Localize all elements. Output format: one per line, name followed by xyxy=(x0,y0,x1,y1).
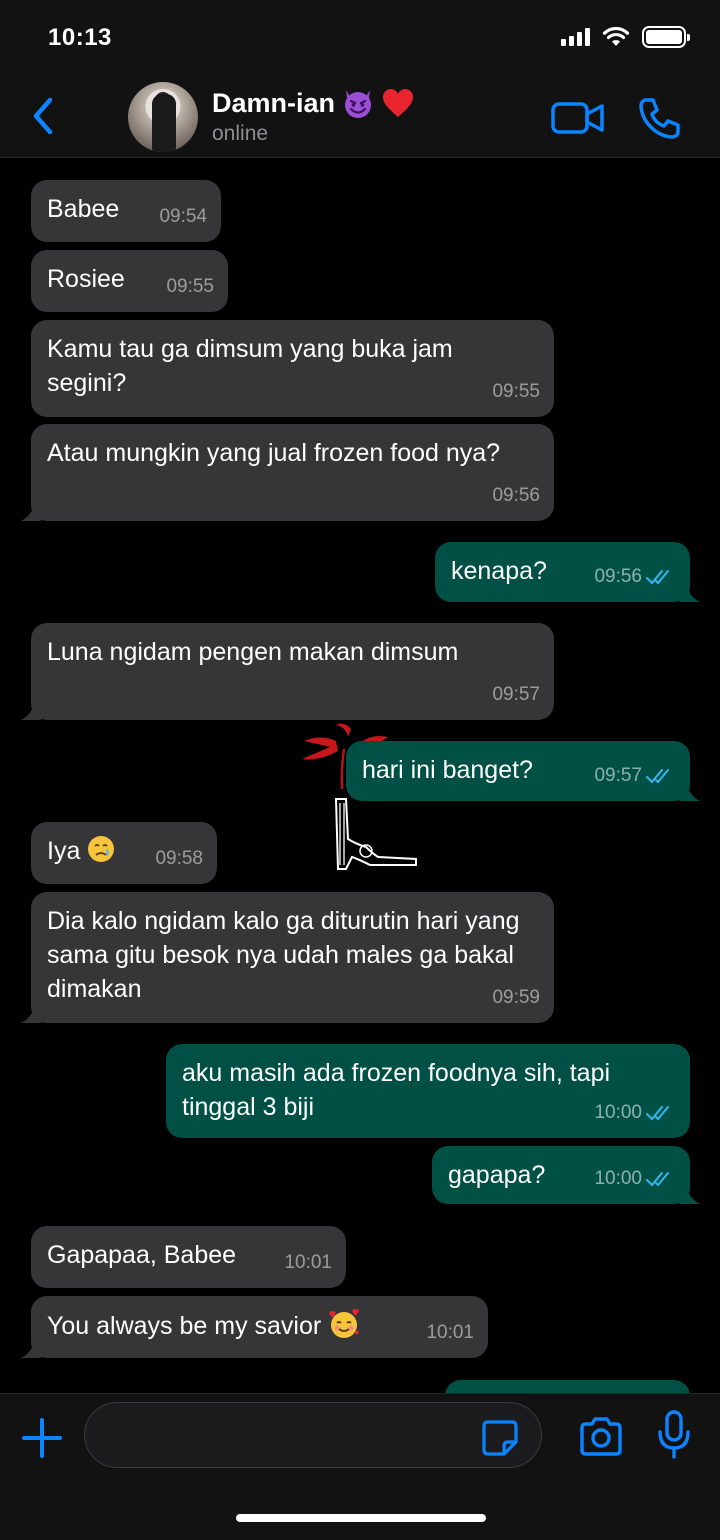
camera-icon[interactable] xyxy=(578,1414,624,1458)
timestamp-text: 10:00 xyxy=(594,1102,642,1123)
message-text: Rosiee xyxy=(47,265,125,293)
timestamp-text: 10:00 xyxy=(594,1168,642,1189)
timestamp-text: 09:56 xyxy=(594,566,642,587)
message-text: Dia kalo ngidam kalo ga diturutin hari y… xyxy=(47,907,520,1003)
read-receipt-icon xyxy=(646,570,669,584)
battery-icon xyxy=(642,26,690,48)
message-timestamp: 09:55 xyxy=(492,375,540,409)
message-text: Atau mungkin yang jual frozen food nya? xyxy=(47,439,501,467)
incoming-message-bubble[interactable]: Atau mungkin yang jual frozen food nya? 0… xyxy=(21,424,554,521)
incoming-message-bubble[interactable]: Kamu tau ga dimsum yang buka jam segini?… xyxy=(31,320,554,417)
bubble-tail xyxy=(21,1003,41,1023)
home-indicator[interactable] xyxy=(236,1514,486,1522)
outgoing-message-bubble[interactable]: aku masih ada frozen foodnya sih, tapi t… xyxy=(166,1044,690,1138)
message-text: Babee xyxy=(47,195,120,223)
message-timestamp: 09:56 xyxy=(492,479,540,513)
read-receipt-icon xyxy=(646,769,669,783)
outgoing-message-bubble-partial[interactable] xyxy=(445,1380,690,1393)
timestamp-text: 09:58 xyxy=(155,848,203,869)
chat-area[interactable]: Babee 09:54 Rosiee 09:55 Kamu tau ga dimsum … xyxy=(0,159,720,1393)
timestamp-text: 09:56 xyxy=(492,485,540,506)
message-timestamp: 10:00 xyxy=(594,1162,676,1196)
outgoing-message-bubble[interactable]: hari ini banget? 09:57 xyxy=(346,741,700,801)
message-timestamp: 10:01 xyxy=(426,1316,474,1350)
plus-icon[interactable] xyxy=(20,1416,64,1460)
incoming-message-bubble[interactable]: Gapapaa, Babee 10:01 xyxy=(31,1226,346,1288)
smiling-face-with-hearts-icon xyxy=(329,1309,360,1338)
timestamp-text: 10:01 xyxy=(284,1252,332,1273)
message-timestamp: 09:58 xyxy=(155,842,203,876)
contact-status: online xyxy=(212,122,269,145)
message-text: hari ini banget? xyxy=(362,756,533,784)
incoming-message-bubble[interactable]: Babee 09:54 xyxy=(31,180,221,242)
avatar[interactable] xyxy=(128,82,198,152)
timestamp-text: 09:57 xyxy=(492,684,540,705)
status-time: 10:13 xyxy=(48,24,112,51)
timestamp-text: 09:55 xyxy=(166,276,214,297)
incoming-message-bubble[interactable]: Luna ngidam pengen makan dimsum 09:57 xyxy=(21,623,554,720)
message-timestamp: 09:59 xyxy=(492,981,540,1015)
message-timestamp: 09:56 xyxy=(594,560,676,594)
message-text: Kamu tau ga dimsum yang buka jam segini? xyxy=(47,335,453,397)
contact-name-text: Damn-ian xyxy=(212,87,336,118)
bubble-tail xyxy=(21,1338,41,1358)
message-timestamp: 09:57 xyxy=(492,678,540,712)
message-timestamp: 10:01 xyxy=(284,1246,332,1280)
bubble-tail xyxy=(680,582,700,602)
timestamp-text: 09:59 xyxy=(492,987,540,1008)
message-text: Luna ngidam pengen makan dimsum xyxy=(47,638,459,666)
back-chevron-icon[interactable] xyxy=(24,94,64,138)
timestamp-text: 09:57 xyxy=(594,765,642,786)
message-text: gapapa? xyxy=(448,1161,546,1189)
read-receipt-icon xyxy=(646,1106,669,1120)
timestamp-text: 09:55 xyxy=(492,381,540,402)
outgoing-message-bubble[interactable]: kenapa? 09:56 xyxy=(435,542,700,602)
wifi-icon xyxy=(602,27,630,46)
message-timestamp: 09:57 xyxy=(594,759,676,793)
incoming-message-bubble[interactable]: Rosiee 09:55 xyxy=(31,250,228,312)
status-bar: 10:13 xyxy=(0,0,720,76)
message-text: kenapa? xyxy=(451,557,547,585)
message-text: You always be my savior xyxy=(47,1312,322,1340)
message-timestamp: 09:54 xyxy=(159,200,207,234)
contact-name[interactable]: Damn-ian xyxy=(212,86,415,120)
incoming-message-bubble[interactable]: Iya 09:58 xyxy=(31,822,217,884)
smiling-devil-icon xyxy=(345,90,372,118)
bubble-tail xyxy=(21,501,41,521)
video-call-icon[interactable] xyxy=(550,98,606,138)
cellular-signal-icon xyxy=(561,28,590,46)
read-receipt-icon xyxy=(646,1172,669,1186)
status-icons xyxy=(561,26,690,48)
message-input[interactable] xyxy=(84,1402,542,1468)
crying-face-icon xyxy=(88,836,115,862)
phone-call-icon[interactable] xyxy=(636,94,684,142)
timestamp-text: 10:01 xyxy=(426,1322,474,1343)
message-text: aku masih ada frozen foodnya sih, tapi t… xyxy=(182,1059,611,1121)
incoming-message-bubble[interactable]: You always be my savior 10:01 xyxy=(21,1296,488,1358)
timestamp-text: 09:54 xyxy=(159,206,207,227)
message-text: Iya xyxy=(47,837,81,865)
bubble-tail xyxy=(680,1184,700,1204)
sticker-icon[interactable] xyxy=(480,1418,520,1458)
message-timestamp: 10:00 xyxy=(594,1096,676,1130)
message-timestamp: 09:55 xyxy=(166,270,214,304)
outgoing-message-bubble[interactable]: gapapa? 10:00 xyxy=(432,1146,700,1204)
microphone-icon[interactable] xyxy=(656,1410,692,1460)
incoming-message-bubble[interactable]: Dia kalo ngidam kalo ga diturutin hari y… xyxy=(21,892,554,1023)
chat-header: Damn-ian online xyxy=(0,76,720,158)
bubble-tail xyxy=(21,700,41,720)
red-heart-icon xyxy=(383,89,414,117)
message-text: Gapapaa, Babee xyxy=(47,1241,237,1269)
bubble-tail xyxy=(680,781,700,801)
